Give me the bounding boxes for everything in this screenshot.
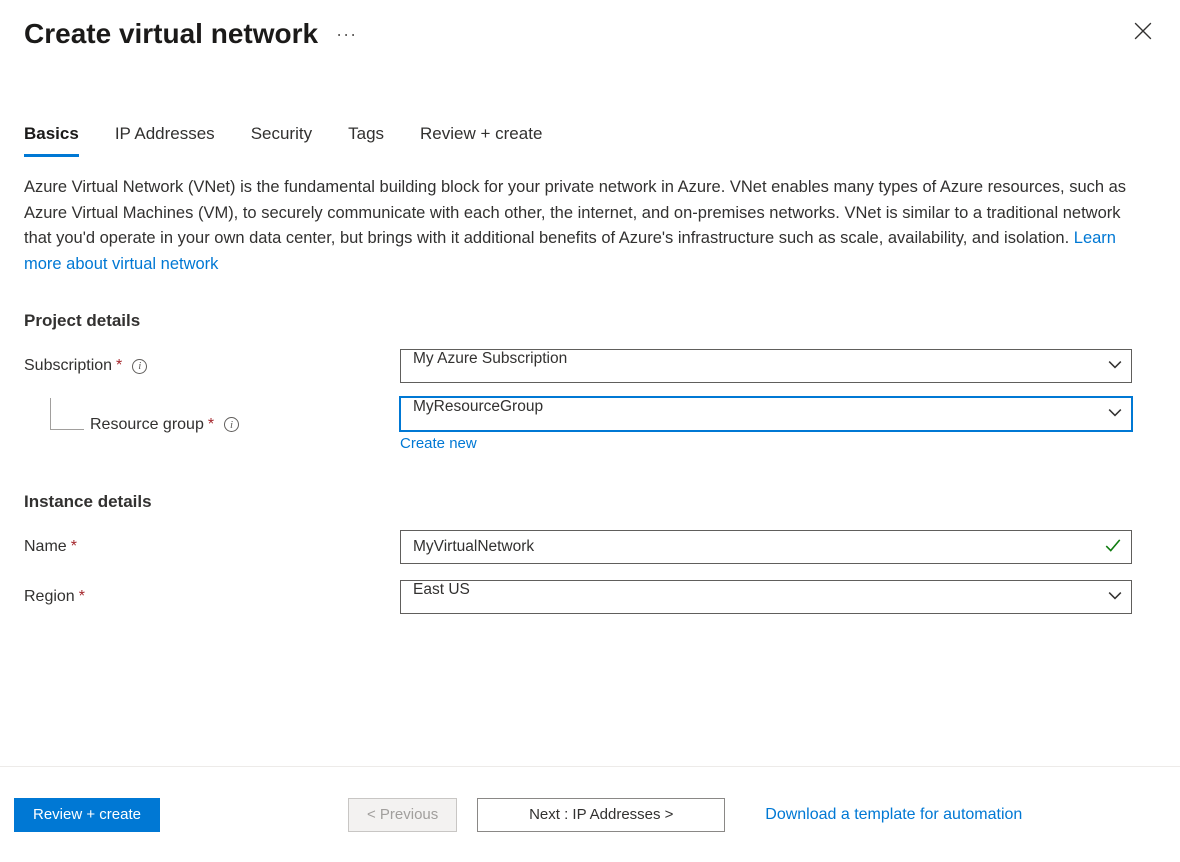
close-button[interactable] — [1134, 22, 1154, 42]
check-icon — [1104, 537, 1122, 558]
tab-security[interactable]: Security — [251, 124, 312, 157]
subscription-label-text: Subscription — [24, 357, 112, 375]
tab-ip-addresses[interactable]: IP Addresses — [115, 124, 215, 157]
tab-review-create[interactable]: Review + create — [420, 124, 542, 157]
page-title: Create virtual network — [24, 18, 318, 50]
info-icon[interactable]: i — [224, 417, 239, 432]
indent-line — [50, 398, 84, 430]
resource-group-value: MyResourceGroup — [400, 397, 1132, 431]
required-marker: * — [71, 538, 77, 556]
name-label-text: Name — [24, 538, 67, 556]
resource-group-select[interactable]: MyResourceGroup — [400, 397, 1132, 431]
close-icon — [1134, 22, 1152, 40]
description-text: Azure Virtual Network (VNet) is the fund… — [24, 175, 1144, 277]
info-icon[interactable]: i — [132, 359, 147, 374]
subscription-select[interactable]: My Azure Subscription — [400, 349, 1132, 383]
tab-basics[interactable]: Basics — [24, 124, 79, 157]
section-title-project: Project details — [24, 311, 1156, 331]
description-body: Azure Virtual Network (VNet) is the fund… — [24, 178, 1126, 247]
region-select[interactable]: East US — [400, 580, 1132, 614]
next-button[interactable]: Next : IP Addresses > — [477, 798, 725, 832]
required-marker: * — [208, 416, 214, 434]
resource-group-label: Resource group * i — [24, 416, 400, 434]
resource-group-label-text: Resource group — [90, 416, 204, 434]
region-label: Region * — [24, 588, 400, 606]
required-marker: * — [79, 588, 85, 606]
section-title-instance: Instance details — [24, 492, 1156, 512]
more-actions-button[interactable]: ··· — [336, 24, 357, 45]
required-marker: * — [116, 357, 122, 375]
subscription-value: My Azure Subscription — [400, 349, 1132, 383]
create-new-link[interactable]: Create new — [400, 435, 477, 452]
name-label: Name * — [24, 538, 400, 556]
tab-tags[interactable]: Tags — [348, 124, 384, 157]
footer-bar: Review + create < Previous Next : IP Add… — [0, 766, 1180, 862]
name-input[interactable] — [400, 530, 1132, 564]
subscription-label: Subscription * i — [24, 357, 400, 375]
review-create-button[interactable]: Review + create — [14, 798, 160, 832]
region-value: East US — [400, 580, 1132, 614]
download-template-link[interactable]: Download a template for automation — [765, 806, 1022, 824]
region-label-text: Region — [24, 588, 75, 606]
previous-button: < Previous — [348, 798, 457, 832]
tab-bar: Basics IP Addresses Security Tags Review… — [0, 124, 1180, 157]
